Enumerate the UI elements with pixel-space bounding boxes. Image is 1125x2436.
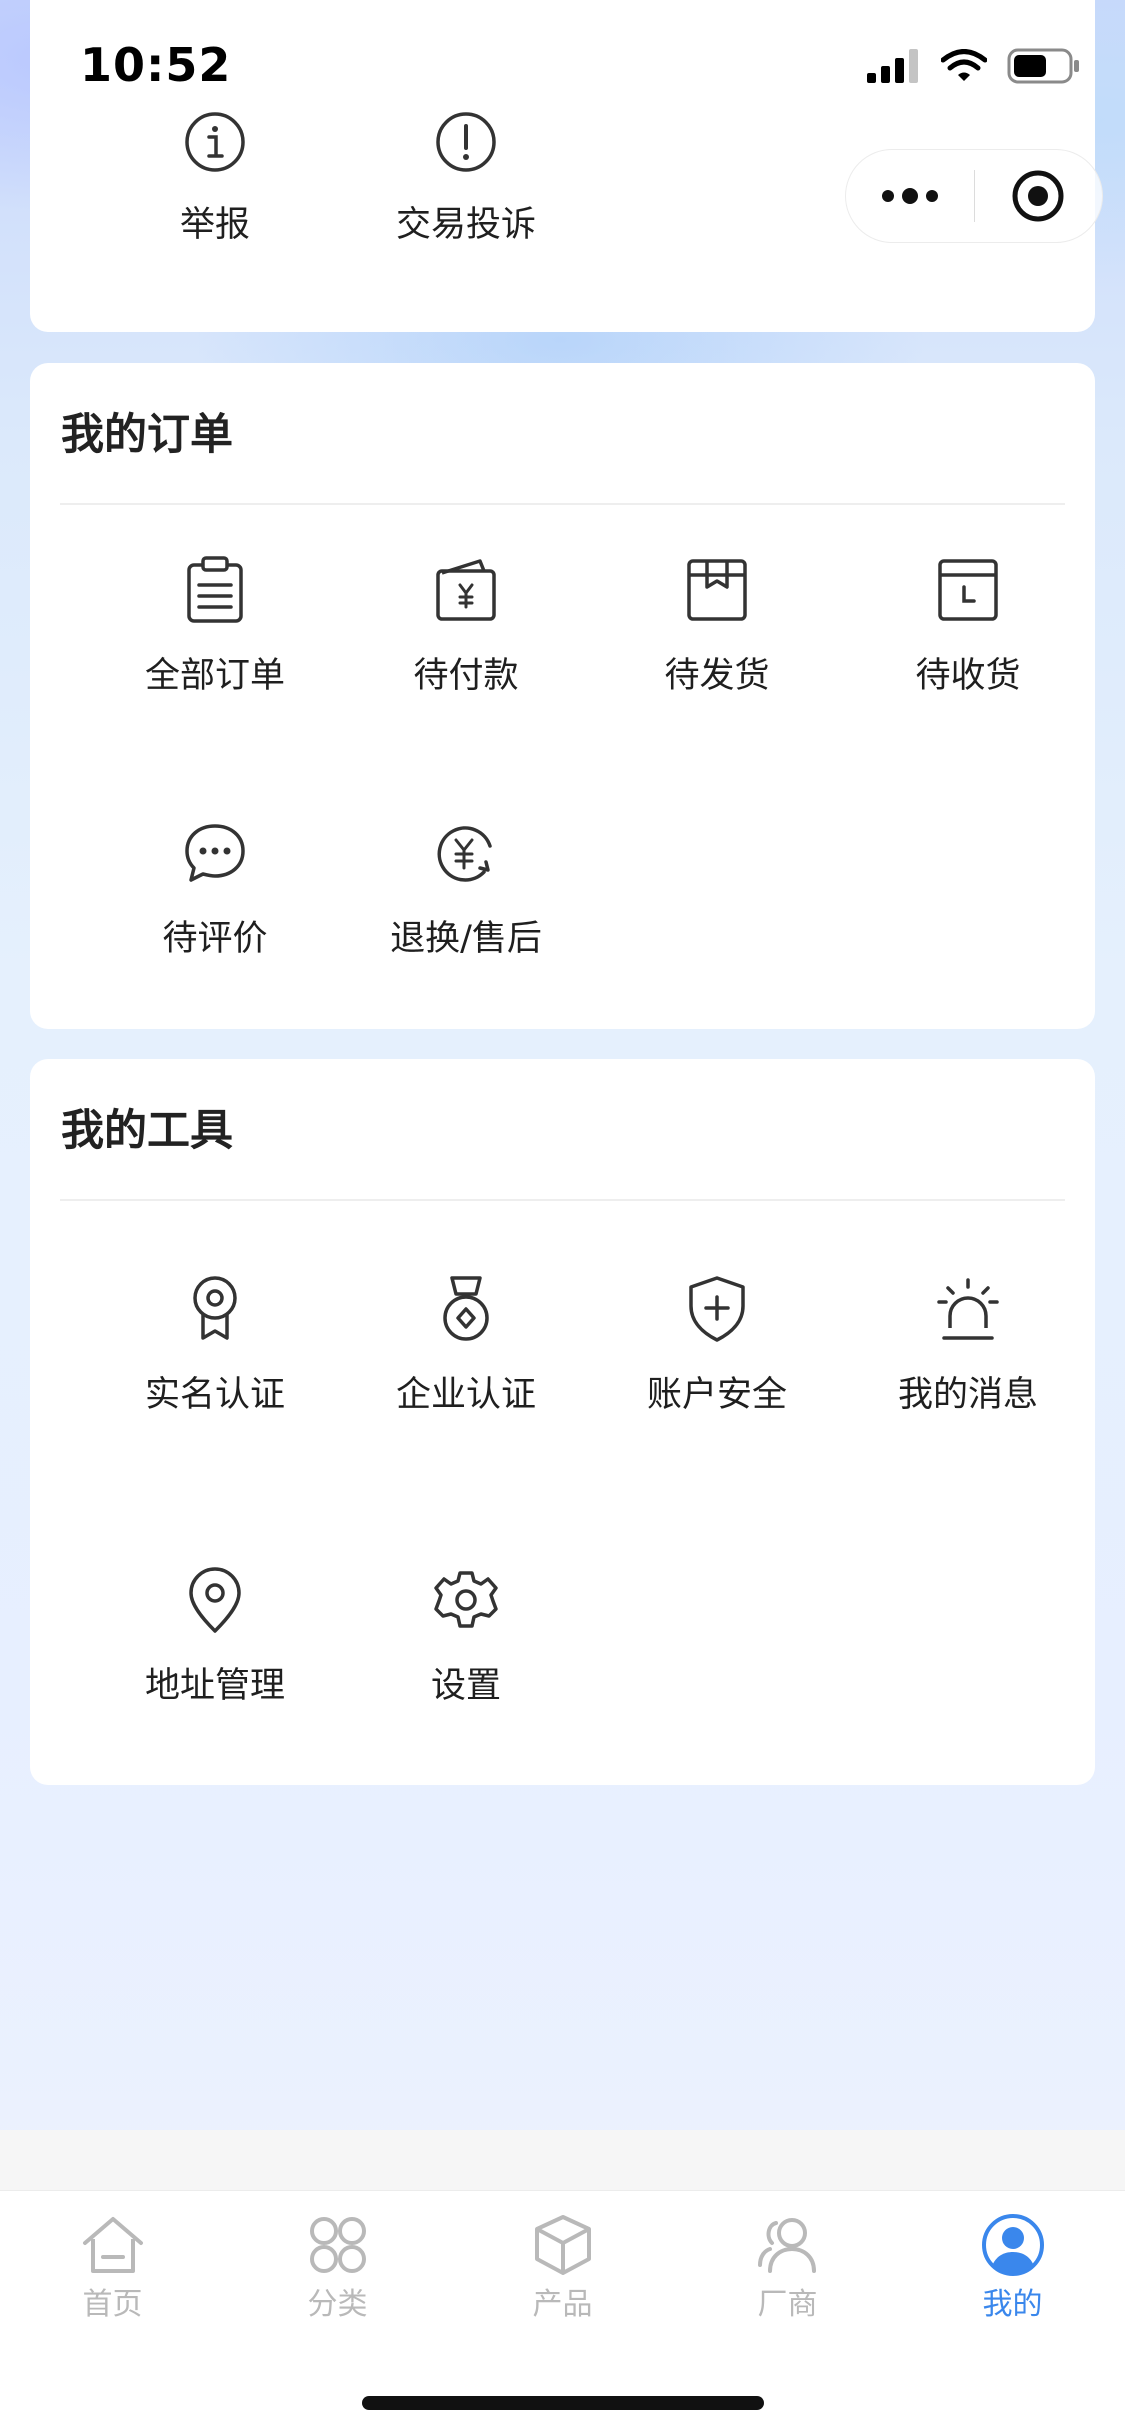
enterprise-auth-entry[interactable]: 企业认证 xyxy=(341,1274,591,1474)
users-icon xyxy=(757,2218,816,2273)
pending-payment-entry[interactable]: 待付款 xyxy=(341,555,591,755)
pending-receipt-label: 待收货 xyxy=(915,656,1021,696)
location-pin-icon xyxy=(189,1567,241,1633)
tab-mine-label: 我的 xyxy=(982,2287,1043,2322)
tab-category-label: 分类 xyxy=(307,2287,368,2322)
home-indicator xyxy=(362,2396,764,2410)
home-icon xyxy=(82,2217,143,2273)
tools-title: 我的工具 xyxy=(61,1106,233,1156)
miniprogram-capsule xyxy=(845,149,1103,243)
clipboard-icon xyxy=(187,556,243,623)
tabbar-gap xyxy=(0,2130,1125,2190)
status-bar: 10:52 xyxy=(0,0,1125,132)
real-name-auth-label: 实名认证 xyxy=(144,1375,285,1415)
user-circle-icon xyxy=(981,2214,1044,2276)
account-security-entry[interactable]: 账户安全 xyxy=(592,1274,842,1474)
cube-icon xyxy=(534,2215,591,2275)
pending-shipment-label: 待发货 xyxy=(664,656,770,696)
after-sales-label: 退换/售后 xyxy=(390,919,542,959)
tab-home-label: 首页 xyxy=(82,2287,143,2322)
pending-shipment-entry[interactable]: 待发货 xyxy=(592,555,842,755)
after-sales-entry[interactable]: 退换/售后 xyxy=(341,818,591,1018)
tab-vendors-label: 厂商 xyxy=(757,2287,818,2322)
gear-icon xyxy=(434,1571,498,1628)
tab-products-label: 产品 xyxy=(532,2287,593,2322)
category-icon xyxy=(309,2217,366,2273)
report-label: 举报 xyxy=(179,205,250,245)
my-messages-label: 我的消息 xyxy=(897,1375,1038,1415)
pending-receipt-entry[interactable]: 待收货 xyxy=(843,555,1093,755)
address-management-label: 地址管理 xyxy=(144,1666,285,1706)
close-miniprogram-button[interactable] xyxy=(975,149,1103,243)
box-icon xyxy=(687,559,747,621)
target-circle-icon xyxy=(1012,170,1064,222)
pending-review-label: 待评价 xyxy=(162,919,268,959)
complaint-label: 交易投诉 xyxy=(395,205,536,245)
tab-vendors[interactable]: 厂商 xyxy=(675,2213,900,2323)
tab-mine[interactable]: 我的 xyxy=(900,2213,1125,2323)
pending-review-entry[interactable]: 待评价 xyxy=(90,818,340,1018)
all-orders-label: 全部订单 xyxy=(144,656,285,696)
orders-title: 我的订单 xyxy=(61,410,233,460)
tab-products[interactable]: 产品 xyxy=(450,2213,675,2323)
chat-bubble-icon xyxy=(185,824,245,882)
shield-plus-icon xyxy=(689,1276,745,1342)
orders-card: 我的订单 全部订单 待付款 待发货 待收货 待评价 退换/售后 xyxy=(30,363,1095,1029)
wifi-icon xyxy=(941,49,987,81)
certificate-icon xyxy=(193,1276,237,1340)
status-icons xyxy=(867,48,1081,84)
settings-label: 设置 xyxy=(430,1666,501,1706)
status-time: 10:52 xyxy=(80,38,232,92)
tools-divider xyxy=(60,1199,1065,1201)
account-security-label: 账户安全 xyxy=(646,1375,787,1415)
real-name-auth-entry[interactable]: 实名认证 xyxy=(90,1274,340,1474)
pending-payment-label: 待付款 xyxy=(413,656,519,696)
more-dots-icon xyxy=(881,188,938,204)
tab-category[interactable]: 分类 xyxy=(225,2213,450,2323)
enterprise-auth-label: 企业认证 xyxy=(395,1375,536,1415)
settings-entry[interactable]: 设置 xyxy=(341,1565,591,1765)
tools-card: 我的工具 实名认证 企业认证 账户安全 我的消息 地址管理 设置 xyxy=(30,1059,1095,1785)
signal-icon xyxy=(867,49,918,83)
all-orders-entry[interactable]: 全部订单 xyxy=(90,555,340,755)
more-button[interactable] xyxy=(846,149,974,243)
report-entry[interactable]: 举报 xyxy=(90,110,340,310)
complaint-entry[interactable]: 交易投诉 xyxy=(341,110,591,310)
tab-home[interactable]: 首页 xyxy=(0,2213,225,2323)
box-clock-icon xyxy=(938,559,998,621)
alarm-icon xyxy=(937,1278,999,1340)
address-management-entry[interactable]: 地址管理 xyxy=(90,1565,340,1765)
my-messages-entry[interactable]: 我的消息 xyxy=(843,1274,1093,1474)
orders-divider xyxy=(60,503,1065,505)
medal-icon xyxy=(443,1276,489,1341)
battery-icon xyxy=(1007,48,1079,84)
wallet-yuan-icon xyxy=(436,559,496,621)
yuan-refund-icon xyxy=(437,826,492,882)
